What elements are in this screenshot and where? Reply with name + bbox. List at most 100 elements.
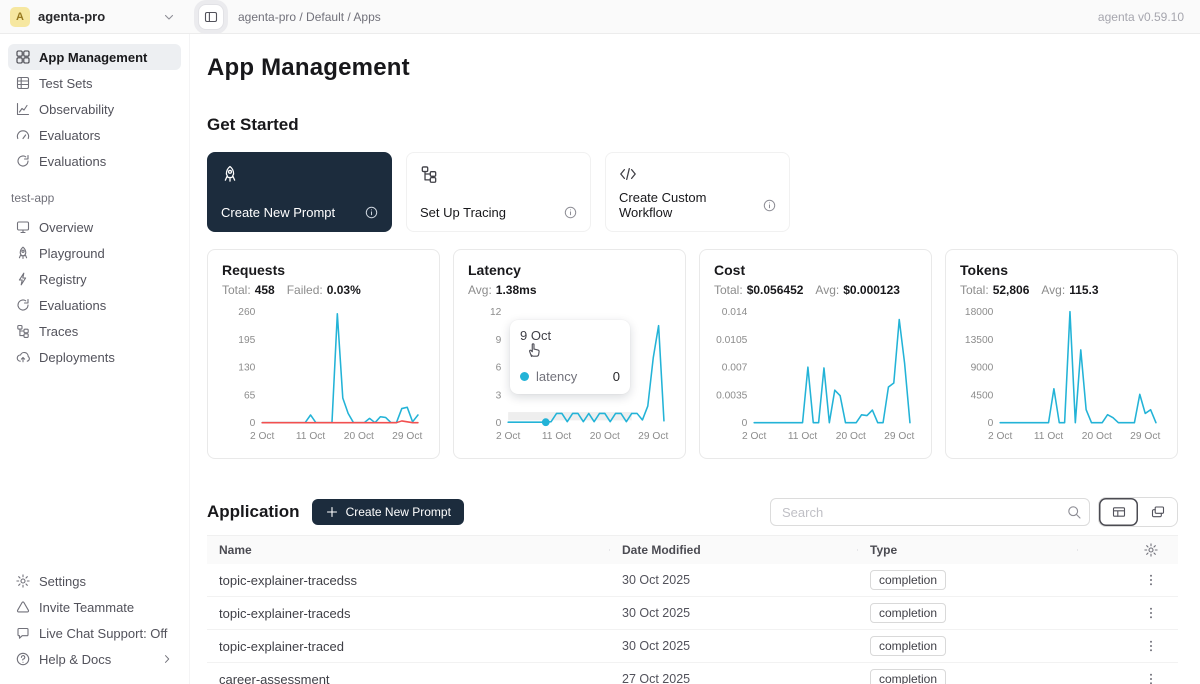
chart-title: Cost — [714, 262, 917, 278]
search-icon[interactable] — [1067, 505, 1081, 519]
chart-stats: Total:52,806Avg:115.3 — [960, 283, 1163, 297]
chevron-down-icon — [162, 10, 176, 24]
get-started-cards: Create New Prompt Set Up Tracing Create Cu… — [207, 152, 1178, 232]
chart-stat-value: 115.3 — [1069, 283, 1098, 297]
sidebar-item-label: Settings — [39, 574, 86, 589]
sidebar-item-help-docs[interactable]: Help & Docs — [8, 646, 181, 672]
rocket-icon — [221, 165, 239, 183]
series-failed — [262, 421, 418, 423]
row-menu-dots-icon[interactable] — [1144, 606, 1158, 620]
sidebar-bottom-nav: Settings Invite TeammateLive Chat Support… — [8, 568, 181, 672]
get-started-card-label-row: Create Custom Workflow — [619, 190, 776, 220]
sidebar-item-label: Deployments — [39, 350, 115, 365]
chart-card-requests: RequestsTotal:458Failed:0.03%06513019526… — [207, 249, 440, 459]
chart-stats: Total:$0.056452Avg:$0.000123 — [714, 283, 917, 297]
tree-icon — [16, 324, 30, 338]
sidebar-item-evaluators[interactable]: Evaluators — [8, 122, 181, 148]
cell-date: 30 Oct 2025 — [610, 606, 858, 620]
sidebar-item-label: Evaluations — [39, 298, 106, 313]
get-started-card-create-new-prompt[interactable]: Create New Prompt — [207, 152, 392, 232]
table-row-topic-explainer-traceds[interactable]: topic-explainer-traceds30 Oct 2025comple… — [207, 597, 1178, 630]
sidebar-item-app-management[interactable]: App Management — [8, 44, 181, 70]
table-row-topic-explainer-traced[interactable]: topic-explainer-traced30 Oct 2025complet… — [207, 630, 1178, 663]
sidebar-item-label: Registry — [39, 272, 87, 287]
sidebar-toggle-button[interactable] — [198, 4, 224, 30]
chart-plot-tokens: 04500900013500180002 Oct11 Oct20 Oct29 O… — [960, 300, 1163, 448]
sidebar-item-observability[interactable]: Observability — [8, 96, 181, 122]
row-menu-dots-icon[interactable] — [1144, 672, 1158, 684]
svg-text:0.007: 0.007 — [722, 363, 748, 374]
breadcrumb[interactable]: agenta-pro / Default / Apps — [238, 10, 381, 24]
gear-icon — [16, 574, 30, 588]
sidebar-item-registry[interactable]: Registry — [8, 266, 181, 292]
table-row-topic-explainer-tracedss[interactable]: topic-explainer-tracedss30 Oct 2025compl… — [207, 564, 1178, 597]
refresh-icon — [16, 154, 30, 168]
row-menu-dots-icon[interactable] — [1144, 639, 1158, 653]
svg-text:20 Oct: 20 Oct — [590, 431, 620, 442]
refresh-icon — [16, 154, 30, 168]
sidebar-item-invite-teammate[interactable]: Invite Teammate — [8, 594, 181, 620]
hover-point — [542, 418, 550, 426]
sidebar-item-live-chat-support-off[interactable]: Live Chat Support: Off — [8, 620, 181, 646]
sidebar-item-evaluations[interactable]: Evaluations — [8, 292, 181, 318]
sidebar-item-overview[interactable]: Overview — [8, 214, 181, 240]
table-row-career-assessment[interactable]: career-assessment27 Oct 2025completion — [207, 663, 1178, 684]
sidebar-item-label: App Management — [39, 50, 147, 65]
chart-stat-total: Total:458 — [222, 283, 275, 297]
svg-text:3: 3 — [496, 390, 502, 401]
grid-icon — [16, 50, 30, 64]
cell-type: completion — [858, 570, 1078, 590]
sidebar-item-label: Overview — [39, 220, 93, 235]
code-icon — [619, 165, 637, 183]
chart-plot-cost: 00.00350.0070.01050.0142 Oct11 Oct20 Oct… — [714, 300, 917, 448]
sidebar-item-label: Traces — [39, 324, 78, 339]
get-started-title: Get Started — [207, 115, 1178, 135]
svg-text:11 Oct: 11 Oct — [296, 431, 326, 442]
svg-text:9: 9 — [496, 335, 502, 346]
row-menu-dots-icon[interactable] — [1144, 573, 1158, 587]
type-badge: completion — [870, 570, 946, 590]
sidebar-item-test-sets[interactable]: Test Sets — [8, 70, 181, 96]
sidebar-item-traces[interactable]: Traces — [8, 318, 181, 344]
testsets-icon — [16, 76, 30, 90]
tree-icon — [16, 324, 30, 338]
sidebar-item-playground[interactable]: Playground — [8, 240, 181, 266]
get-started-card-label: Set Up Tracing — [420, 205, 506, 220]
table-settings-gear-icon[interactable] — [1144, 543, 1158, 557]
dots-icon — [1144, 606, 1158, 620]
chart-card-tokens: TokensTotal:52,806Avg:115.30450090001350… — [945, 249, 1178, 459]
create-new-prompt-button[interactable]: Create New Prompt — [312, 499, 464, 525]
sidebar-main-nav: App Management Test Sets Observability Eval… — [8, 44, 181, 174]
chart-stat-value: $0.056452 — [747, 283, 804, 297]
svg-text:0.0035: 0.0035 — [716, 390, 748, 401]
get-started-card-create-custom-workflow[interactable]: Create Custom Workflow — [605, 152, 790, 232]
chevron-right-icon — [161, 653, 173, 665]
column-header-name: Name — [207, 543, 610, 557]
cardview-icon — [1151, 505, 1165, 519]
chart-card-cost: Cost Total:$0.056452Avg:$0.000123 0 0.0035 0… — [699, 249, 932, 459]
chart-stat-value: 52,806 — [993, 283, 1030, 297]
svg-text:0.0105: 0.0105 — [716, 335, 748, 346]
get-started-card-set-up-tracing[interactable]: Set Up Tracing — [406, 152, 591, 232]
svg-text:18000: 18000 — [965, 307, 994, 318]
sidebar-item-deployments[interactable]: Deployments — [8, 344, 181, 370]
refresh-icon — [16, 298, 30, 312]
get-started-card-label: Create New Prompt — [221, 205, 335, 220]
table-view-button[interactable] — [1099, 498, 1138, 526]
search-input[interactable] — [770, 498, 1090, 526]
testsets-icon — [16, 76, 30, 90]
svg-text:130: 130 — [238, 363, 255, 374]
workspace-selector[interactable]: A agenta-pro — [0, 7, 190, 27]
help-icon — [16, 652, 30, 666]
svg-text:0: 0 — [742, 418, 748, 429]
panel-icon — [204, 10, 218, 24]
sidebar-item-settings[interactable]: Settings — [8, 568, 181, 594]
svg-text:260: 260 — [238, 307, 255, 318]
sidebar-item-label: Observability — [39, 102, 114, 117]
cell-name: career-assessment — [207, 672, 610, 684]
sidebar-project-nav: Overview Playground Registry Evaluations Tra… — [8, 214, 181, 370]
sidebar-item-evaluations[interactable]: Evaluations — [8, 148, 181, 174]
cell-actions — [1078, 606, 1178, 620]
card-view-button[interactable] — [1138, 498, 1177, 526]
panel-icon — [204, 10, 218, 24]
